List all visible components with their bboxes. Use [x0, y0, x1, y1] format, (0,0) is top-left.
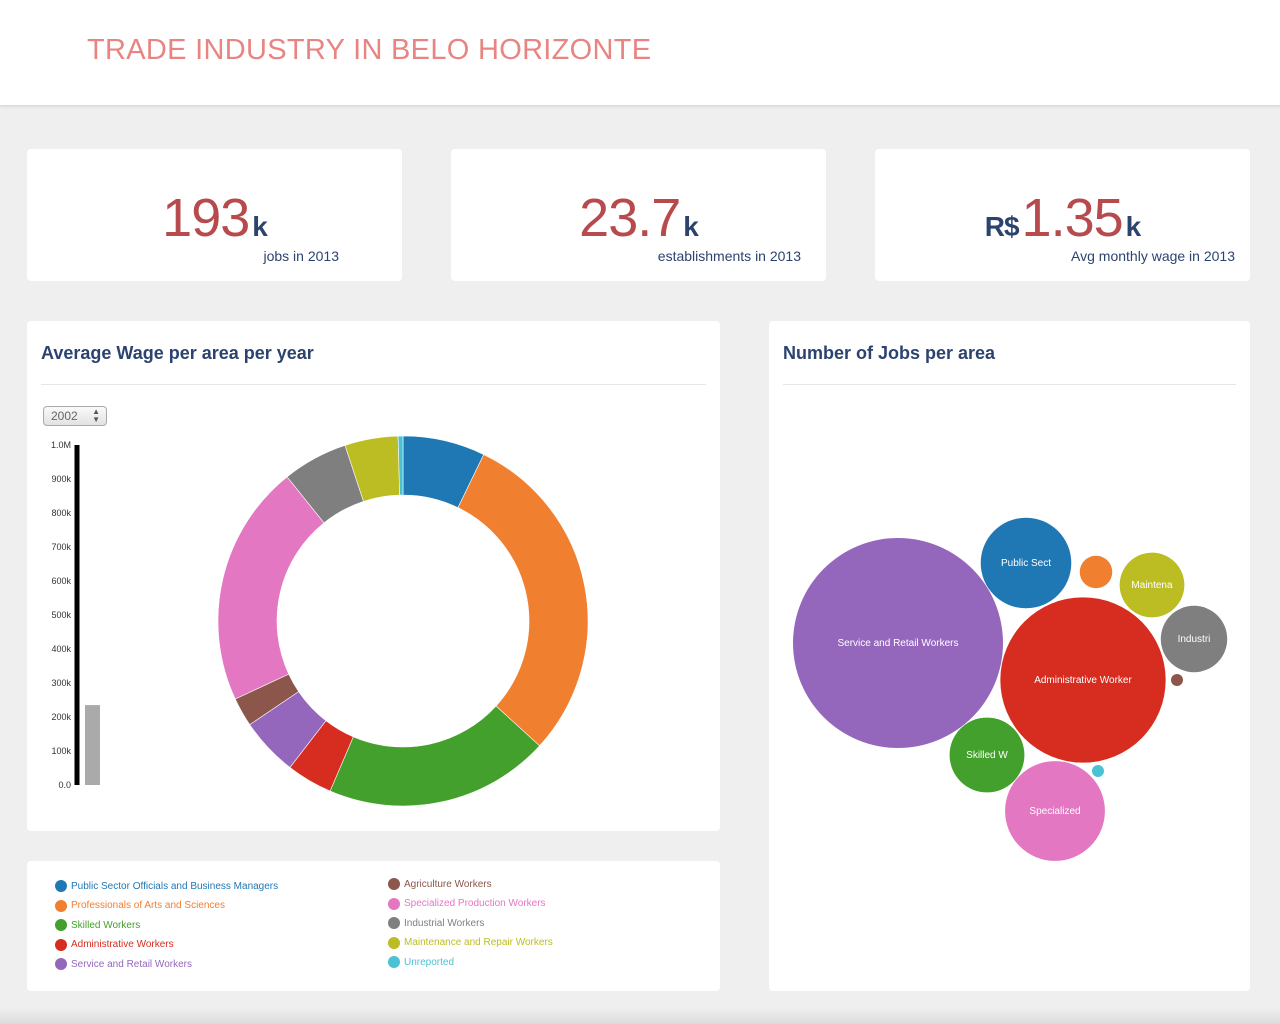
donut-slice-specialized-production-workers[interactable]	[217, 476, 325, 700]
year-select[interactable]: 2002 ▲ ▼	[43, 406, 107, 426]
jobs-bubble-chart: Service and Retail Workers Administrative…	[793, 517, 1228, 861]
legend-dot-icon	[388, 917, 400, 929]
bar-tick-label: 500k	[51, 610, 71, 620]
legend-dot-icon	[55, 899, 67, 912]
kpi-wage-card: R$1.35 k Avg monthly wage in 2013	[875, 149, 1250, 281]
page-footer-shadow	[0, 1008, 1280, 1024]
jobs-panel-divider	[783, 384, 1236, 385]
kpi-jobs-label: jobs in 2013	[263, 248, 339, 264]
bar-tick-label: 200k	[51, 712, 71, 722]
bubble-label: Service and Retail Workers	[838, 638, 959, 649]
legend-label: Administrative Workers	[71, 939, 174, 950]
bar-tick-label: 800k	[51, 508, 71, 518]
bar-tick-label: 700k	[51, 542, 71, 552]
page-title: TRADE INDUSTRY IN BELO HORIZONTE	[87, 34, 652, 66]
legend-label: Maintenance and Repair Workers	[404, 937, 553, 948]
legend-item-specialized-production-workers[interactable]: Specialized Production Workers	[388, 897, 546, 910]
legend-label: Service and Retail Workers	[71, 958, 192, 970]
bubble-unlabeled-7[interactable]	[1079, 555, 1113, 589]
bar-tick-label: 0.0	[58, 780, 71, 790]
bubble-label: Specialized	[1029, 806, 1080, 817]
kpi-jobs-card: 193 k jobs in 2013	[27, 149, 402, 281]
legend-dot-icon	[55, 919, 67, 931]
bar-tick-label: 100k	[51, 746, 71, 756]
kpi-establishments-unit: k	[683, 211, 699, 242]
bubble-label: Industri	[1178, 634, 1211, 645]
bar-tick-label: 600k	[51, 576, 71, 586]
year-select-value: 2002	[51, 409, 78, 423]
bar-tick-label: 400k	[51, 644, 71, 654]
legend-panel: Public Sector Officials and Business Man…	[27, 861, 720, 991]
legend-label: Professionals of Arts and Sciences	[71, 900, 225, 911]
wage-bar-2002[interactable]	[85, 705, 100, 785]
kpi-establishments-card: 23.7 k establishments in 2013	[451, 149, 826, 281]
legend-item-industrial-workers[interactable]: Industrial Workers	[388, 917, 484, 929]
legend-label: Public Sector Officials and Business Man…	[71, 880, 279, 892]
legend-dot-icon	[55, 958, 67, 970]
bubble-label: Public Sect	[1001, 558, 1051, 569]
kpi-establishments-label: establishments in 2013	[657, 248, 801, 264]
bar-tick-label: 1.0M	[51, 440, 71, 450]
legend-item-unreported[interactable]: Unreported	[388, 956, 454, 968]
donut-slice-skilled-workers[interactable]	[329, 705, 540, 807]
bubble-unlabeled-9[interactable]	[1092, 765, 1104, 777]
legend-item-agriculture-workers[interactable]: Agriculture Workers	[388, 878, 492, 890]
donut-slice-professionals-of-arts-and-sciences[interactable]	[457, 454, 589, 747]
legend-label: Specialized Production Workers	[404, 898, 546, 909]
wage-panel-title: Average Wage per area per year	[41, 343, 314, 363]
legend-item-public-sector-officials-and-business-managers[interactable]: Public Sector Officials and Business Man…	[55, 880, 278, 892]
legend-item-maintenance-and-repair-workers[interactable]: Maintenance and Repair Workers	[388, 936, 553, 949]
kpi-jobs-unit: k	[252, 211, 268, 242]
legend-item-service-and-retail-workers[interactable]: Service and Retail Workers	[55, 958, 192, 970]
kpi-establishments-value: 23.7	[579, 188, 681, 248]
page-header: TRADE INDUSTRY IN BELO HORIZONTE	[0, 0, 1280, 106]
bar-tick-label: 300k	[51, 678, 71, 688]
kpi-wage-value-wrap: R$1.35 k	[875, 187, 1250, 249]
legend-item-administrative-workers[interactable]: Administrative Workers	[55, 938, 174, 951]
bar-tick-label: 900k	[51, 474, 71, 484]
legend-label: Skilled Workers	[71, 919, 141, 931]
bubble-label: Skilled W	[966, 750, 1008, 761]
kpi-wage-value: 1.35	[1021, 188, 1124, 248]
wage-panel: Average Wage per area per year 2002 ▲ ▼ 0…	[27, 321, 720, 831]
legend-label: Industrial Workers	[404, 917, 485, 929]
kpi-wage-currency: R$	[984, 211, 1020, 242]
legend-dot-icon	[388, 878, 400, 890]
bubble-label: Administrative Worker	[1034, 675, 1132, 686]
bubble-unlabeled-8[interactable]	[1171, 674, 1183, 686]
kpi-wage-label: Avg monthly wage in 2013	[1071, 248, 1235, 264]
wage-bar-chart: 0.0 100k 200k 300k 400k 500k 600k 700k 800k 900k 1…	[51, 440, 100, 790]
legend-label: Agriculture Workers	[404, 878, 492, 890]
wage-panel-divider	[41, 384, 706, 385]
legend-item-skilled-workers[interactable]: Skilled Workers	[55, 919, 140, 931]
jobs-panel-title: Number of Jobs per area	[783, 343, 996, 363]
legend-dot-icon	[55, 938, 67, 951]
kpi-establishments-value-wrap: 23.7 k	[451, 187, 826, 249]
legend-dot-icon	[388, 956, 400, 968]
kpi-wage-unit: k	[1125, 211, 1142, 242]
jobs-panel: Number of Jobs per area Service and Reta…	[769, 321, 1250, 991]
legend-dot-icon	[55, 880, 67, 892]
kpi-jobs-value-wrap: 193 k	[27, 187, 402, 249]
legend-dot-icon	[388, 897, 400, 910]
legend-item-professionals-of-arts-and-sciences[interactable]: Professionals of Arts and Sciences	[55, 899, 225, 912]
bubble-label: Maintena	[1131, 580, 1173, 591]
legend-label: Unreported	[404, 956, 455, 968]
select-arrows-icon: ▲ ▼	[92, 407, 100, 424]
legend-dot-icon	[388, 936, 400, 949]
kpi-jobs-value: 193	[162, 188, 250, 248]
wage-donut-chart	[217, 435, 589, 807]
